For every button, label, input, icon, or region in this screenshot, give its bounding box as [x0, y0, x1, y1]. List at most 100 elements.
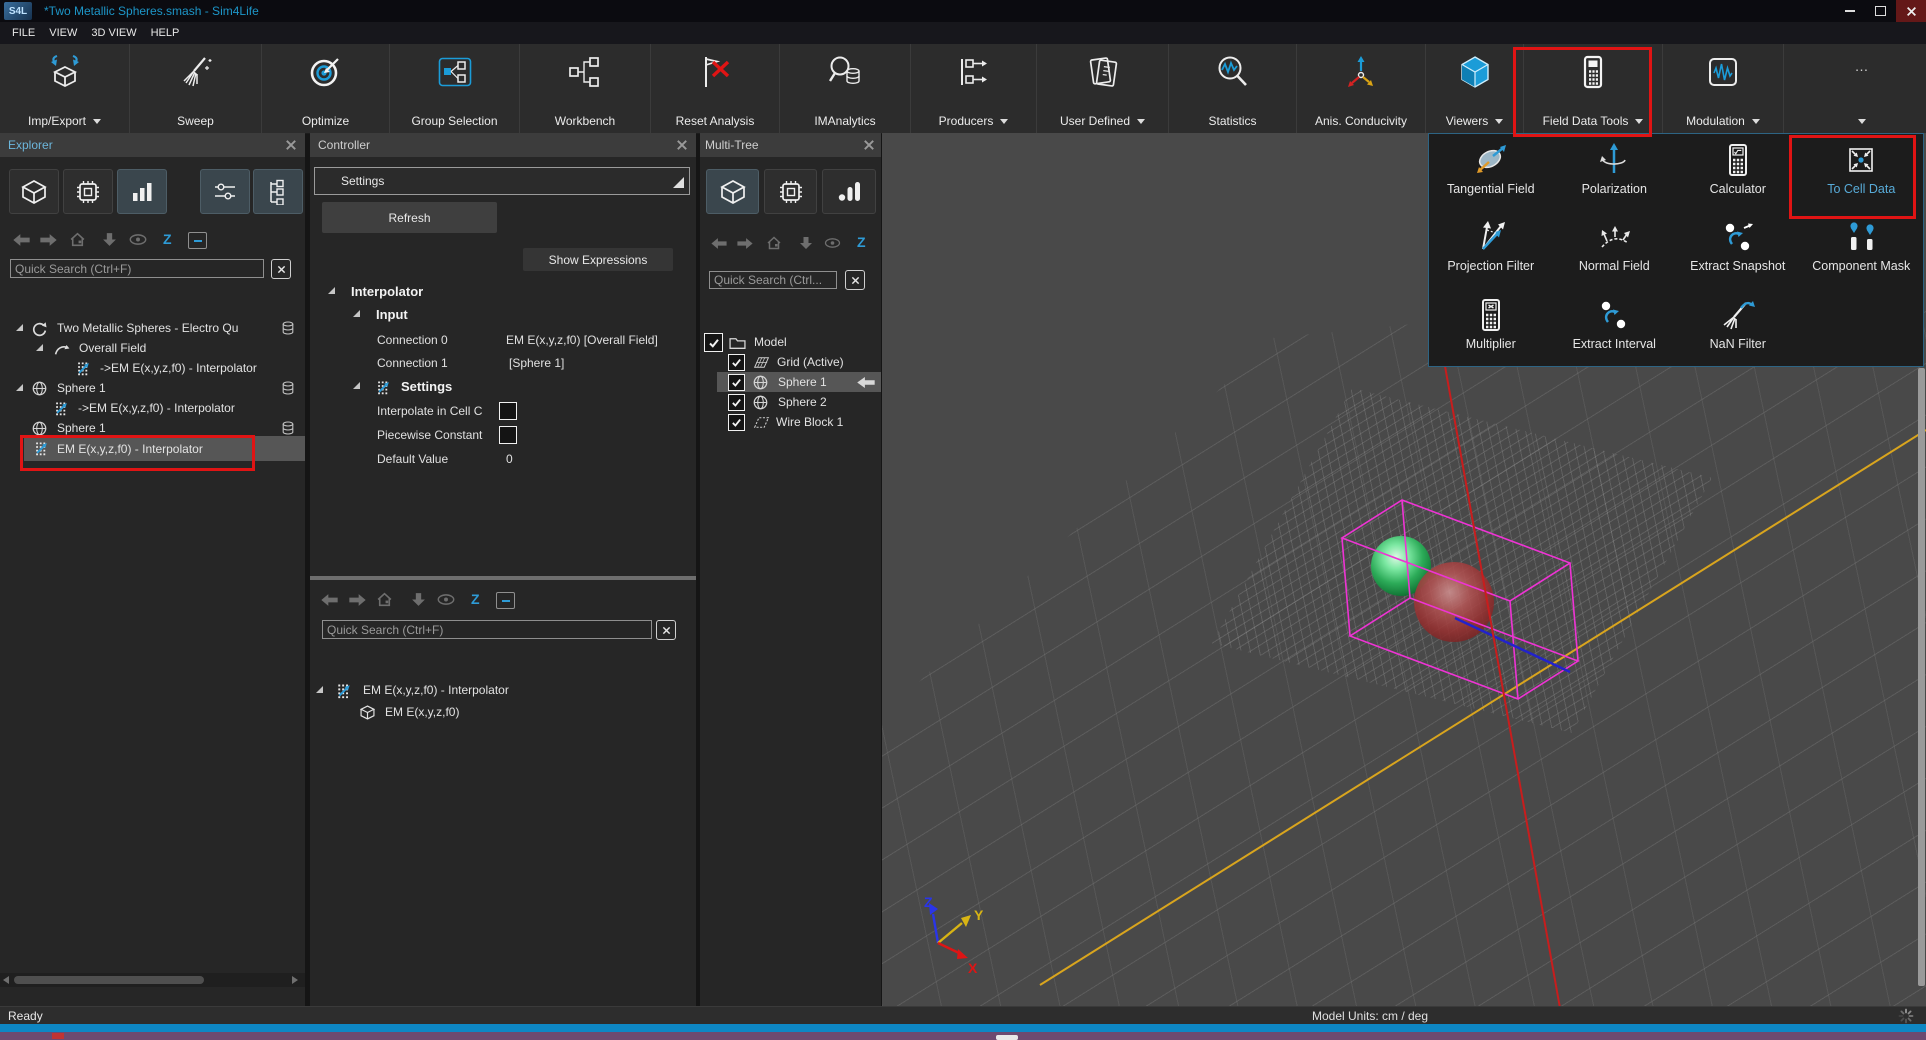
- visibility-checkbox-checked[interactable]: [728, 354, 745, 371]
- toolbar-imanalytics[interactable]: IMAnalytics: [780, 44, 911, 133]
- menu-item-nan-filter[interactable]: NaN Filter: [1676, 289, 1800, 366]
- maximize-button[interactable]: [1866, 0, 1894, 22]
- menu-file[interactable]: FILE: [12, 27, 35, 39]
- search-clear-button[interactable]: [271, 259, 291, 279]
- menu-3d-view[interactable]: 3D VIEW: [91, 27, 136, 39]
- search-clear-button[interactable]: [656, 620, 676, 640]
- expander-icon[interactable]: [36, 344, 43, 351]
- explorer-tree-layout-button[interactable]: [253, 169, 303, 214]
- prop-row-input[interactable]: Input: [310, 304, 696, 326]
- home-icon[interactable]: [376, 592, 393, 607]
- toolbar-optimize[interactable]: Optimize: [262, 44, 390, 133]
- menu-item-multiplier[interactable]: Multiplier: [1429, 289, 1553, 366]
- sphere2-tree-row[interactable]: Sphere 2: [700, 392, 881, 412]
- grid-tree-row[interactable]: Grid (Active): [700, 352, 881, 372]
- explorer-analysis-view-button[interactable]: [117, 169, 167, 214]
- menu-item-tangential-field[interactable]: Tangential Field: [1429, 134, 1553, 211]
- menu-item-component-mask[interactable]: Component Mask: [1800, 211, 1924, 288]
- close-icon[interactable]: [285, 139, 297, 151]
- tree-row-simulation[interactable]: Two Metallic Spheres - Electro Qu: [0, 318, 305, 338]
- explorer-simulation-view-button[interactable]: [63, 169, 113, 214]
- show-expressions-button[interactable]: Show Expressions: [523, 248, 673, 271]
- menu-help[interactable]: HELP: [151, 27, 180, 39]
- viewport-scrollbar[interactable]: [1918, 368, 1925, 986]
- wire-block-tree-row[interactable]: Wire Block 1: [700, 412, 881, 432]
- checkbox-unchecked[interactable]: [499, 426, 517, 444]
- panel-splitter[interactable]: [310, 576, 696, 580]
- menu-item-calculator[interactable]: Calculator: [1676, 134, 1800, 211]
- menu-view[interactable]: VIEW: [49, 27, 77, 39]
- home-icon[interactable]: [69, 232, 86, 247]
- tree-row-overall-field[interactable]: Overall Field: [0, 338, 305, 358]
- visibility-checkbox-checked[interactable]: [704, 333, 723, 352]
- menu-item-projection-filter[interactable]: Projection Filter: [1429, 211, 1553, 288]
- multitree-model-view-button[interactable]: [706, 169, 759, 214]
- settings-dropdown[interactable]: Settings: [314, 167, 690, 195]
- z-order-icon[interactable]: Z: [471, 592, 480, 606]
- expander-icon[interactable]: [353, 382, 360, 389]
- close-button[interactable]: [1896, 0, 1926, 22]
- visibility-checkbox-checked[interactable]: [728, 414, 745, 431]
- toolbar-viewers[interactable]: Viewers: [1426, 44, 1524, 133]
- down-arrow-icon[interactable]: [412, 592, 425, 607]
- expander-icon[interactable]: [316, 686, 323, 693]
- down-arrow-icon[interactable]: [800, 236, 812, 250]
- toolbar-more[interactable]: …: [1784, 44, 1926, 133]
- visibility-eye-icon[interactable]: [437, 594, 455, 605]
- expander-icon[interactable]: [16, 384, 23, 391]
- down-arrow-icon[interactable]: [103, 232, 116, 247]
- visibility-checkbox-checked[interactable]: [728, 394, 745, 411]
- toolbar-anis-conducivity[interactable]: Anis. Conducivity: [1297, 44, 1426, 133]
- tree-row-interpolator[interactable]: ->EM E(x,y,z,f0) - Interpolator: [0, 398, 305, 418]
- multitree-analysis-view-button[interactable]: [822, 169, 876, 214]
- back-icon[interactable]: [710, 237, 728, 250]
- scroll-right-icon[interactable]: [292, 976, 298, 984]
- close-icon[interactable]: [676, 139, 688, 151]
- search-input[interactable]: [322, 620, 652, 639]
- expander-icon[interactable]: [328, 287, 335, 294]
- toolbar-group-selection[interactable]: Group Selection: [390, 44, 520, 133]
- refresh-button[interactable]: Refresh: [322, 202, 497, 233]
- output-tree-row[interactable]: EM E(x,y,z,f0) - Interpolator: [310, 680, 696, 700]
- forward-icon[interactable]: [736, 237, 754, 250]
- toolbar-imp-export[interactable]: Imp/Export: [0, 44, 130, 133]
- toolbar-modulation[interactable]: Modulation: [1663, 44, 1784, 133]
- horizontal-scrollbar[interactable]: [0, 973, 305, 987]
- sphere1-tree-row-selected[interactable]: Sphere 1: [717, 372, 881, 392]
- home-icon[interactable]: [766, 236, 782, 250]
- back-icon[interactable]: [320, 593, 339, 607]
- expander-icon[interactable]: [353, 310, 360, 317]
- search-input[interactable]: [709, 271, 837, 289]
- prop-row-connection0[interactable]: Connection 0 EM E(x,y,z,f0) [Overall Fie…: [310, 329, 696, 351]
- visibility-eye-icon[interactable]: [129, 234, 147, 245]
- toolbar-reset-analysis[interactable]: Reset Analysis: [651, 44, 780, 133]
- scroll-left-icon[interactable]: [3, 976, 9, 984]
- prop-value[interactable]: 0: [506, 452, 513, 466]
- menu-item-extract-interval[interactable]: Extract Interval: [1553, 289, 1677, 366]
- toolbar-sweep[interactable]: Sweep: [130, 44, 262, 133]
- back-icon[interactable]: [12, 233, 31, 247]
- z-order-icon[interactable]: Z: [163, 232, 172, 246]
- checkbox-unchecked[interactable]: [499, 402, 517, 420]
- toolbar-producers[interactable]: Producers: [911, 44, 1037, 133]
- toolbar-workbench[interactable]: Workbench: [520, 44, 651, 133]
- search-input[interactable]: [10, 259, 264, 278]
- prop-row-root[interactable]: Interpolator: [310, 281, 696, 303]
- toolbar-user-defined[interactable]: User Defined: [1037, 44, 1169, 133]
- multitree-simulation-view-button[interactable]: [764, 169, 817, 214]
- prop-row-settings[interactable]: Settings: [310, 376, 696, 398]
- collapse-all-icon[interactable]: [496, 592, 515, 609]
- visibility-eye-icon[interactable]: [824, 238, 841, 248]
- explorer-filter-button[interactable]: [200, 169, 250, 214]
- prop-row-interpolate[interactable]: Interpolate in Cell C: [310, 400, 696, 422]
- tree-row-sphere1[interactable]: Sphere 1: [0, 378, 305, 398]
- scrollbar-thumb[interactable]: [14, 976, 204, 984]
- prop-row-connection1[interactable]: Connection 1 [Sphere 1]: [310, 352, 696, 374]
- forward-icon[interactable]: [39, 233, 58, 247]
- toolbar-statistics[interactable]: Statistics: [1169, 44, 1297, 133]
- model-tree-row[interactable]: Model: [700, 332, 881, 352]
- menu-item-normal-field[interactable]: Normal Field: [1553, 211, 1677, 288]
- menu-item-polarization[interactable]: Polarization: [1553, 134, 1677, 211]
- output-tree-row[interactable]: EM E(x,y,z,f0): [310, 702, 696, 722]
- visibility-checkbox-checked[interactable]: [728, 374, 745, 391]
